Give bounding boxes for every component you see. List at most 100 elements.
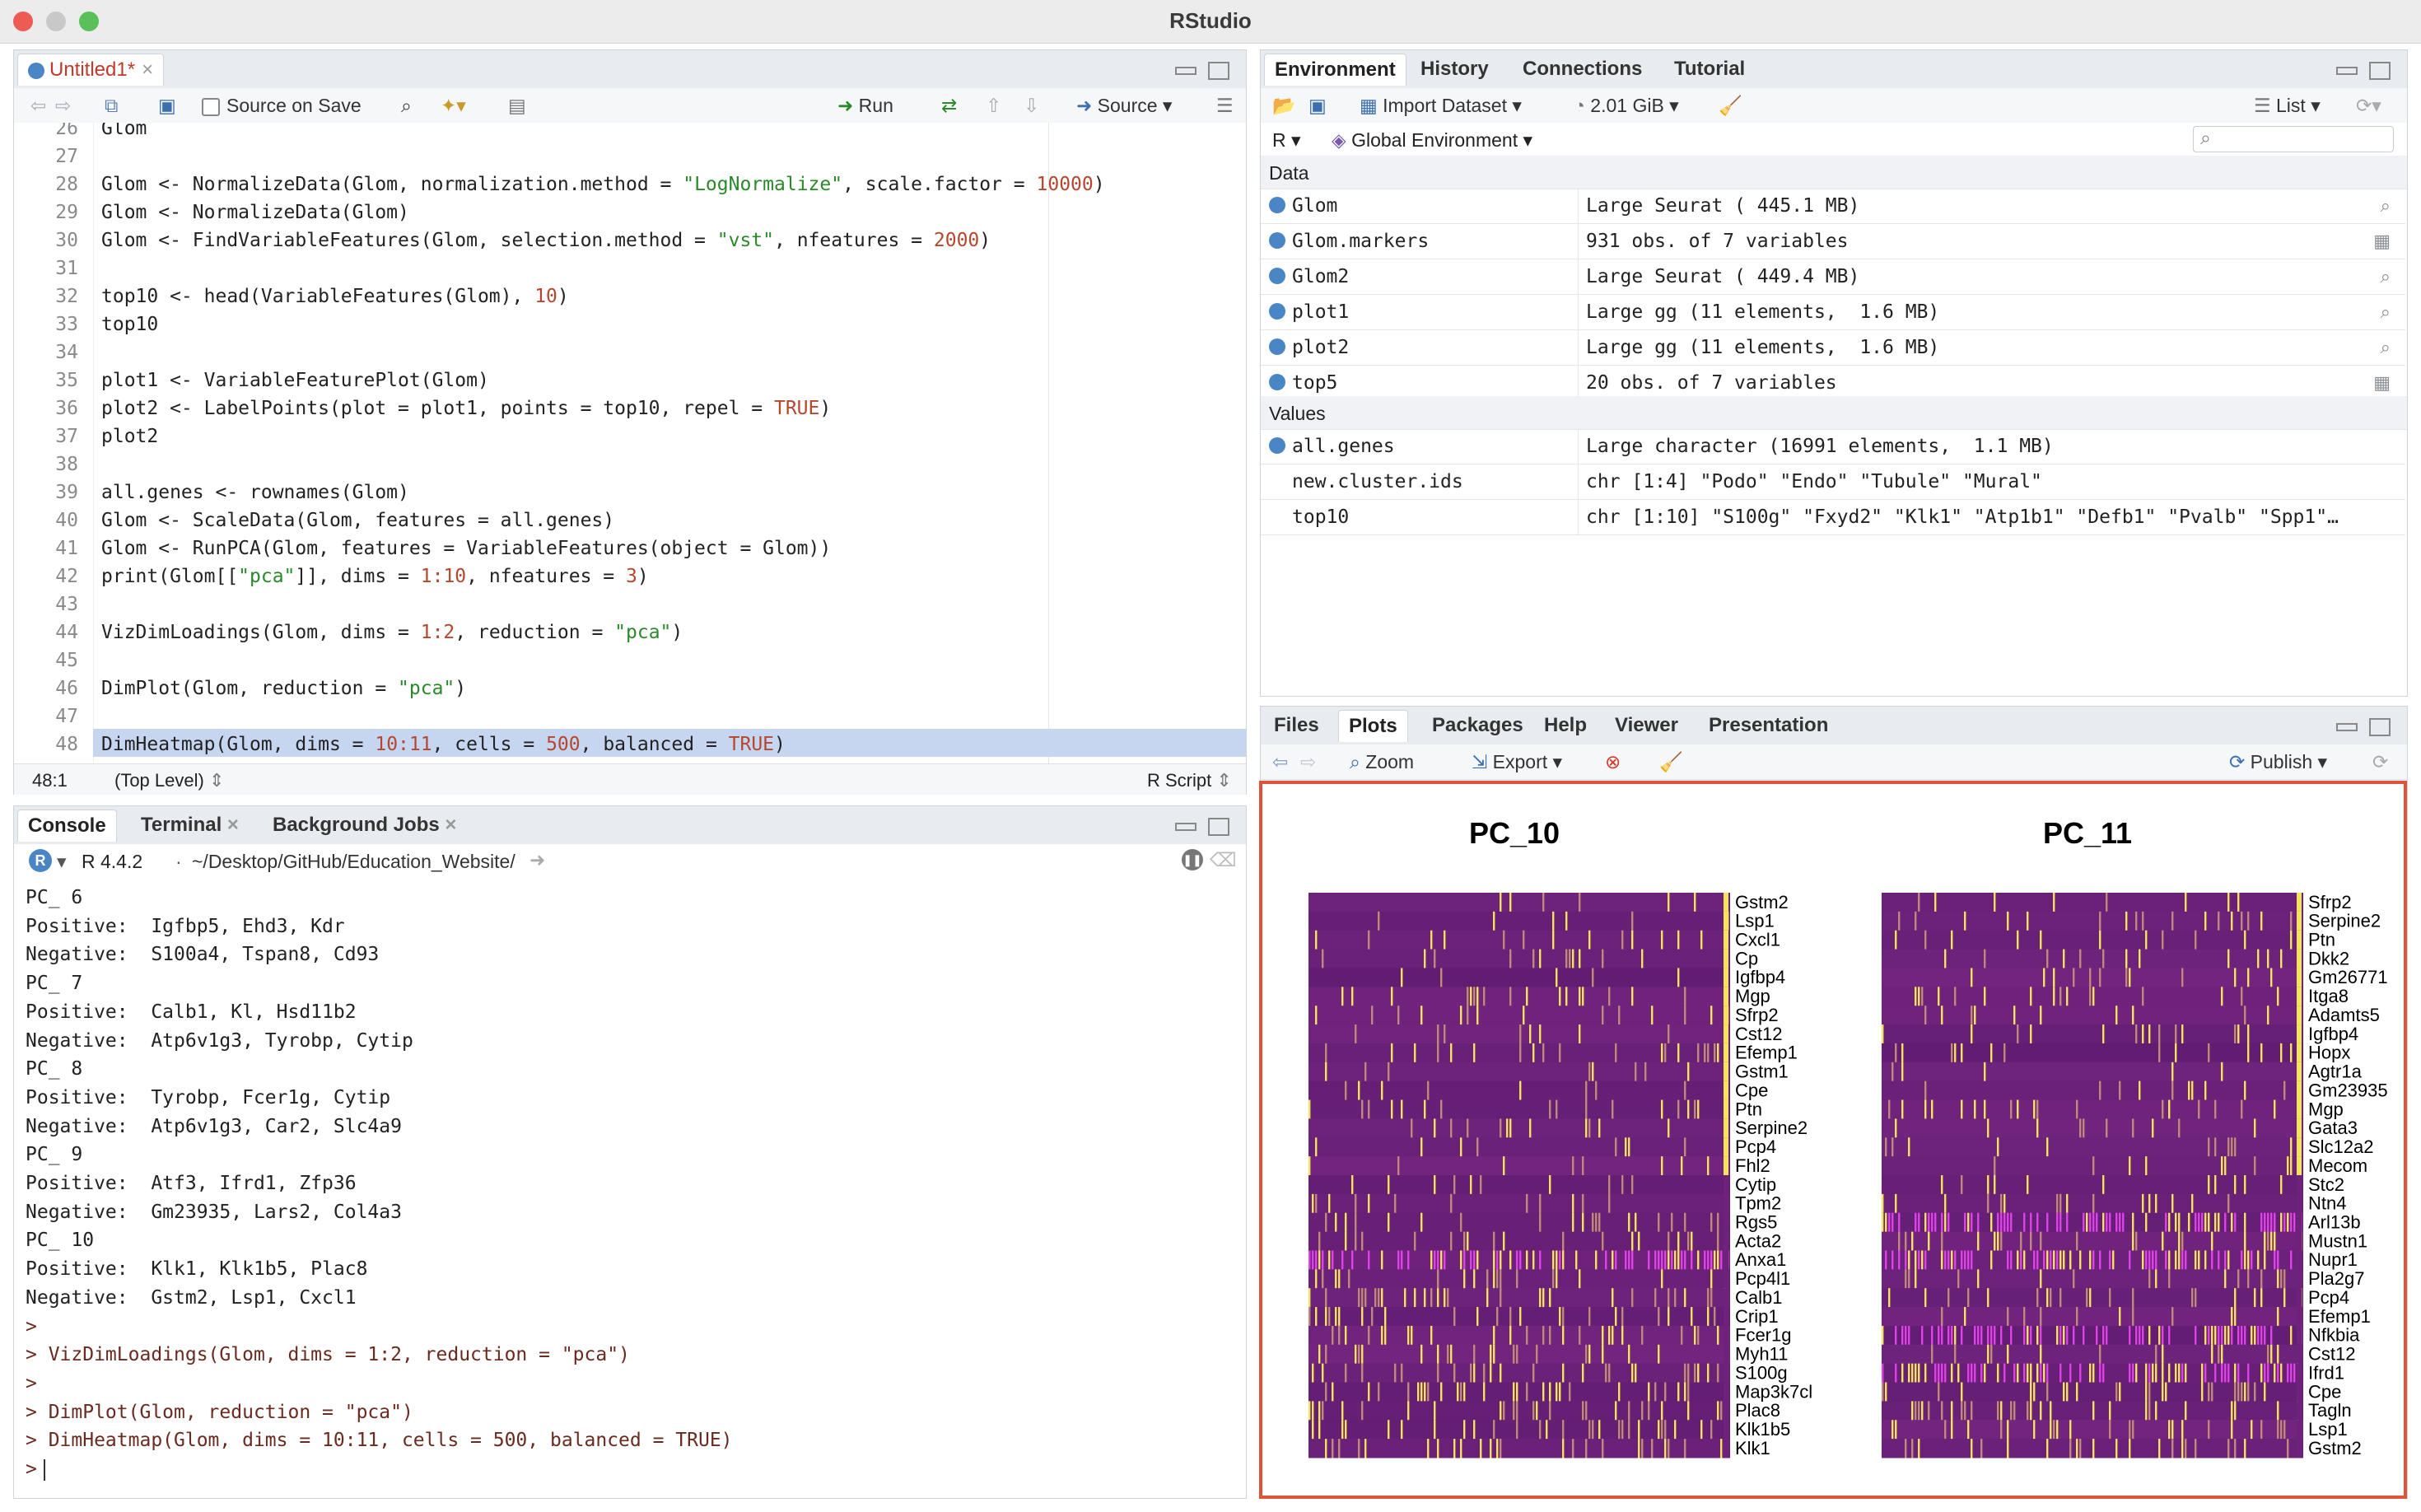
goto-directory-icon[interactable]: ➜ [529, 849, 545, 871]
close-jobs-icon[interactable]: × [445, 814, 456, 836]
code-line[interactable]: 33 top10 [14, 310, 1246, 338]
code-line[interactable]: 46 DimPlot(Glom, reduction = "pca") [14, 674, 1246, 702]
code-line[interactable]: 26 Glom [14, 123, 1246, 142]
options-icon[interactable]: ☰ [1216, 93, 1234, 118]
tab-presentation[interactable]: Presentation [1699, 710, 1838, 741]
maximize-console-icon[interactable] [1208, 818, 1229, 836]
export-button[interactable]: ⇲ Export ▾ [1472, 749, 1562, 774]
clear-plots-icon[interactable]: 🧹 [1659, 749, 1683, 774]
close-terminal-icon[interactable]: × [227, 814, 239, 836]
tab-viewer[interactable]: Viewer [1605, 710, 1688, 741]
publish-button[interactable]: ⟳ Publish ▾ [2229, 749, 2327, 774]
memory-usage-button[interactable]: ◔ 2.01 GiB ▾ [1574, 93, 1679, 118]
previous-plot-icon[interactable]: ⇦ [1272, 749, 1288, 774]
source-button[interactable]: ➜ Source ▾ [1076, 93, 1172, 118]
code-line[interactable]: 34 [14, 338, 1246, 366]
code-line[interactable]: 43 [14, 590, 1246, 618]
go-down-icon[interactable]: ⇩ [1024, 93, 1039, 118]
env-row[interactable]: Glom.markers 931 obs. of 7 variables ▦ [1261, 224, 2405, 259]
refresh-icon[interactable]: ⟳▾ [2356, 93, 2381, 118]
magic-wand-icon[interactable]: ✦▾ [441, 93, 466, 118]
zoom-button[interactable]: ⌕ Zoom [1350, 749, 1414, 774]
console-output[interactable]: PC_ 6 Positive: Igfbp5, Ehd3, Kdr Negative… [26, 884, 1236, 1493]
search-icon[interactable]: ⌕ [401, 93, 412, 118]
maximize-env-icon[interactable] [2369, 62, 2391, 80]
env-row[interactable]: new.cluster.ids chr [1:4] "Podo" "Endo" "… [1261, 464, 2405, 500]
file-type-selector[interactable]: R Script ⇕ [1147, 770, 1232, 791]
version-dropdown-icon[interactable]: ▾ [57, 851, 67, 873]
view-object-icon[interactable]: ⌕ [2381, 301, 2391, 323]
code-line[interactable]: 45 [14, 646, 1246, 674]
tab-files[interactable]: Files [1264, 710, 1329, 741]
env-row[interactable]: plot1 Large gg (11 elements, 1.6 MB) ⌕ [1261, 295, 2405, 330]
code-line[interactable]: 38 [14, 450, 1246, 478]
maximize-pane-icon[interactable] [1208, 62, 1229, 80]
scope-selector[interactable]: (Top Level) ⇕ [114, 770, 224, 791]
tab-packages[interactable]: Packages [1422, 710, 1533, 741]
env-row[interactable]: plot2 Large gg (11 elements, 1.6 MB) ⌕ [1261, 330, 2405, 366]
view-object-icon[interactable]: ⌕ [2381, 266, 2391, 287]
clear-console-icon[interactable]: ⌫ [1210, 849, 1237, 871]
code-line[interactable]: 36 plot2 <- LabelPoints(plot = plot1, poi… [14, 394, 1246, 422]
code-line[interactable]: 35 plot1 <- VariableFeaturePlot(Glom) [14, 366, 1246, 394]
plot-viewport[interactable]: PC_10 Gstm2 Lsp1 Cxcl1 Cp Igfbp4 Mgp Sfrp2 Cst12… [1259, 781, 2407, 1499]
minimize-pane-icon[interactable] [1175, 67, 1197, 75]
minimize-env-icon[interactable] [2336, 67, 2358, 75]
tab-history[interactable]: History [1411, 54, 1499, 85]
code-line[interactable]: 40 Glom <- ScaleData(Glom, features = all… [14, 506, 1246, 534]
minimize-plots-icon[interactable] [2336, 723, 2358, 731]
code-line[interactable]: 41 Glom <- RunPCA(Glom, features = Variab… [14, 534, 1246, 562]
code-editor[interactable]: 26 Glom 27 28 Glom <- NormalizeData(Glom, no… [14, 123, 1246, 763]
expand-icon[interactable] [1269, 268, 1285, 284]
tab-background-jobs[interactable]: Background Jobs × [263, 810, 466, 841]
expand-icon[interactable] [1269, 338, 1285, 355]
remove-plot-icon[interactable]: ⊗ [1605, 749, 1621, 774]
view-object-icon[interactable]: ⌕ [2381, 337, 2391, 358]
tab-tutorial[interactable]: Tutorial [1664, 54, 1755, 85]
view-table-icon[interactable]: ▦ [2373, 231, 2391, 252]
code-line[interactable]: 44 VizDimLoadings(Glom, dims = 1:2, reduc… [14, 618, 1246, 646]
maximize-plots-icon[interactable] [2369, 718, 2391, 736]
forward-icon[interactable]: ⇨ [55, 93, 71, 118]
env-search-input[interactable]: ⌕ [2193, 126, 2394, 152]
source-on-save-checkbox[interactable]: Source on Save [202, 93, 362, 118]
env-row[interactable]: Glom2 Large Seurat ( 449.4 MB) ⌕ [1261, 259, 2405, 295]
tab-connections[interactable]: Connections [1513, 54, 1652, 85]
minimize-console-icon[interactable] [1175, 823, 1197, 831]
next-plot-icon[interactable]: ⇨ [1300, 749, 1316, 774]
code-line[interactable]: 39 all.genes <- rownames(Glom) [14, 478, 1246, 506]
open-folder-icon[interactable]: 📂 [1272, 93, 1296, 118]
broom-icon[interactable]: 🧹 [1719, 93, 1742, 118]
import-dataset-button[interactable]: ▦ Import Dataset ▾ [1360, 93, 1522, 118]
code-line[interactable]: 32 top10 <- head(VariableFeatures(Glom), … [14, 282, 1246, 310]
code-line[interactable]: 48 DimHeatmap(Glom, dims = 10:11, cells =… [14, 730, 1246, 758]
tab-help[interactable]: Help [1534, 710, 1597, 741]
scope-dropdown[interactable]: ◈ Global Environment ▾ [1332, 129, 1532, 152]
view-table-icon[interactable]: ▦ [2373, 372, 2391, 394]
tab-console[interactable]: Console [17, 810, 117, 842]
save-workspace-icon[interactable]: ▣ [1308, 93, 1327, 118]
code-line[interactable]: 47 [14, 702, 1246, 730]
expand-icon[interactable] [1269, 197, 1285, 213]
expand-icon[interactable] [1269, 303, 1285, 320]
show-in-window-icon[interactable]: ⧉ [105, 93, 118, 118]
env-row[interactable]: all.genes Large character (16991 elements… [1261, 429, 2405, 464]
tab-environment[interactable]: Environment [1264, 54, 1406, 86]
view-mode-button[interactable]: ☰ List ▾ [2254, 93, 2321, 118]
tab-plots[interactable]: Plots [1338, 710, 1408, 742]
code-line[interactable]: 37 plot2 [14, 422, 1246, 450]
code-line[interactable]: 31 [14, 254, 1246, 282]
env-row[interactable]: top10 chr [1:10] "S100g" "Fxyd2" "Klk1" "… [1261, 500, 2405, 535]
outline-icon[interactable]: ▤ [508, 93, 526, 118]
go-up-icon[interactable]: ⇧ [986, 93, 1001, 118]
expand-icon[interactable] [1269, 437, 1285, 454]
rerun-icon[interactable]: ⇄ [941, 93, 957, 118]
refresh-plot-icon[interactable]: ⟳ [2372, 749, 2388, 774]
language-selector[interactable]: R ▾ [1272, 129, 1301, 152]
save-icon[interactable]: ▣ [158, 93, 176, 118]
tab-terminal[interactable]: Terminal × [131, 810, 249, 841]
code-line[interactable]: 30 Glom <- FindVariableFeatures(Glom, sel… [14, 226, 1246, 254]
expand-icon[interactable] [1269, 232, 1285, 249]
code-line[interactable]: 42 print(Glom[["pca"]], dims = 1:10, nfea… [14, 562, 1246, 590]
env-row[interactable]: Glom Large Seurat ( 445.1 MB) ⌕ [1261, 189, 2405, 224]
